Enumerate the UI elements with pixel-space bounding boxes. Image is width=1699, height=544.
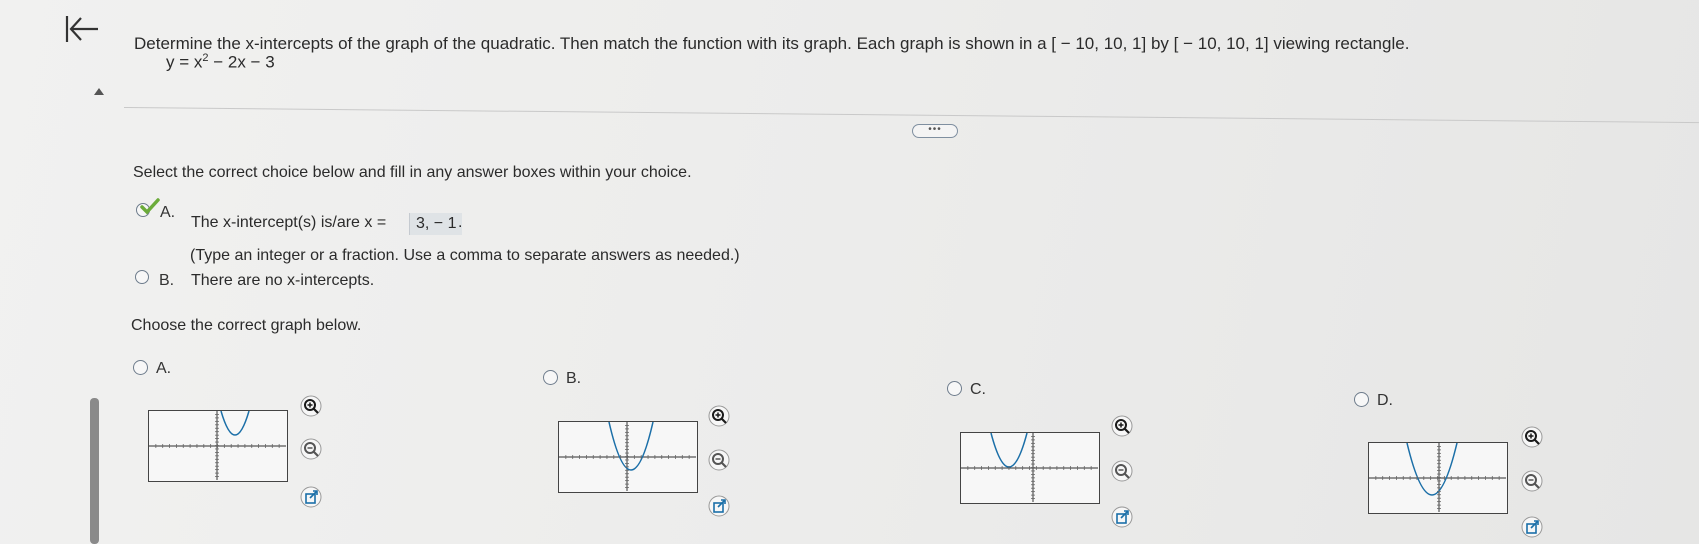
scroll-up-arrow-icon[interactable] [94,88,104,95]
x-intercepts-answer-box[interactable]: 3, − 1 [409,213,463,235]
equation-suffix: − 2x − 3 [208,52,275,72]
equation-prefix: y = x [166,52,203,72]
choice-b-text: There are no x-intercepts. [191,272,375,289]
graph-c-zoom-out-icon[interactable] [1111,460,1133,482]
graph-c-zoom-in-icon[interactable] [1111,415,1133,437]
graph-d-zoom-in-icon[interactable] [1521,426,1543,448]
graph-a [148,410,288,482]
graph-a-letter: A. [156,360,172,377]
graph-b-radio[interactable] [543,370,558,385]
graph-b-open-external-icon[interactable] [708,495,730,517]
section-divider [123,107,1699,124]
graph-c-plot [961,433,1098,502]
scrollbar-thumb[interactable] [90,398,99,544]
graph-d-open-external-icon[interactable] [1521,516,1543,538]
choice-a-letter: A. [160,204,176,221]
choice-a-text: The x-intercept(s) is/are x = [191,214,387,231]
graph-d-letter: D. [1377,392,1393,409]
graph-a-zoom-out-icon[interactable] [300,438,322,460]
back-to-first-icon[interactable] [62,10,102,50]
graph-a-radio[interactable] [133,360,148,375]
answer-hint: (Type an integer or a fraction. Use a co… [190,247,740,264]
question-text: Determine the x-intercepts of the graph … [134,34,1410,53]
equation: y = x2 − 2x − 3 [166,52,275,73]
graph-b-zoom-in-icon[interactable] [708,405,730,427]
part2-instruction: Choose the correct graph below. [131,317,362,334]
graph-b [558,421,698,493]
graph-c-radio[interactable] [947,381,962,396]
graph-b-letter: B. [566,370,582,387]
graph-d [1368,442,1508,514]
graph-a-zoom-in-icon[interactable] [300,395,322,417]
graph-b-plot [559,422,696,491]
choice-b-radio[interactable] [135,270,149,284]
choice-b-letter: B. [159,272,175,289]
graph-c-open-external-icon[interactable] [1111,506,1133,528]
more-button[interactable]: ••• [912,124,958,138]
correct-check-icon [138,196,162,218]
graph-b-zoom-out-icon[interactable] [708,449,730,471]
graph-d-plot [1369,443,1506,512]
part1-instruction: Select the correct choice below and fill… [133,164,692,181]
graph-d-zoom-out-icon[interactable] [1521,470,1543,492]
graph-a-plot [149,411,286,480]
graph-a-open-external-icon[interactable] [300,486,322,508]
graph-d-radio[interactable] [1354,392,1369,407]
answer-period: . [458,214,463,231]
graph-c-letter: C. [970,381,986,398]
graph-c [960,432,1100,504]
